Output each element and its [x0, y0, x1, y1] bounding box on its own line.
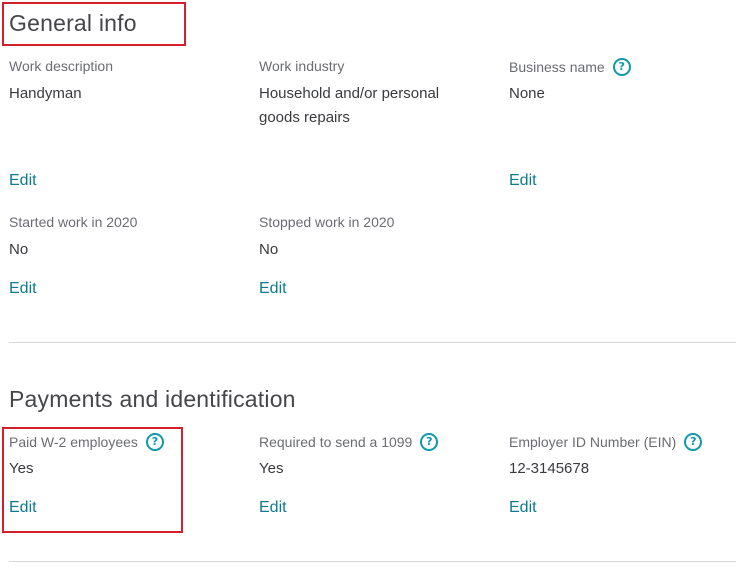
edit-ein-link[interactable]: Edit	[509, 499, 537, 517]
paid-w2-label: Paid W-2 employees ?	[9, 433, 164, 451]
question-circle-icon[interactable]: ?	[684, 433, 703, 451]
question-circle-icon[interactable]: ?	[612, 58, 631, 76]
work-description-value: Handyman	[9, 85, 82, 102]
section-divider	[9, 342, 736, 343]
work-industry-value: Household and/or personal goods repairs	[259, 85, 440, 126]
question-circle-icon[interactable]: ?	[420, 433, 439, 451]
ein-label-text: Employer ID Number (EIN)	[509, 434, 677, 450]
question-circle-icon[interactable]: ?	[145, 433, 164, 451]
bottom-divider	[9, 561, 736, 562]
general-info-title: General info	[9, 10, 137, 36]
edit-required-1099-link[interactable]: Edit	[259, 499, 287, 517]
started-work-label: Started work in 2020	[9, 214, 138, 230]
work-industry-label: Work industry	[259, 58, 345, 74]
required-1099-label: Required to send a 1099 ?	[259, 433, 439, 451]
required-1099-value: Yes	[259, 460, 284, 477]
paid-w2-value: Yes	[9, 460, 34, 477]
edit-work-description-link[interactable]: Edit	[9, 172, 37, 190]
work-description-label: Work description	[9, 58, 114, 74]
business-name-label: Business name ?	[509, 58, 631, 76]
paid-w2-label-text: Paid W-2 employees	[9, 434, 138, 450]
business-name-label-text: Business name	[509, 59, 605, 75]
payments-title: Payments and identification	[9, 386, 296, 412]
stopped-work-label: Stopped work in 2020	[259, 214, 395, 230]
started-work-value: No	[9, 241, 29, 258]
business-name-value: None	[509, 85, 545, 102]
required-1099-label-text: Required to send a 1099	[259, 434, 413, 450]
business-summary-page: General info Work description Handyman E…	[0, 0, 736, 573]
stopped-work-value: No	[259, 241, 279, 258]
ein-label: Employer ID Number (EIN) ?	[509, 433, 703, 451]
edit-stopped-work-link[interactable]: Edit	[259, 280, 287, 298]
edit-business-name-link[interactable]: Edit	[509, 172, 537, 190]
edit-paid-w2-link[interactable]: Edit	[9, 499, 37, 517]
edit-started-work-link[interactable]: Edit	[9, 280, 37, 298]
ein-value: 12-3145678	[509, 460, 590, 477]
